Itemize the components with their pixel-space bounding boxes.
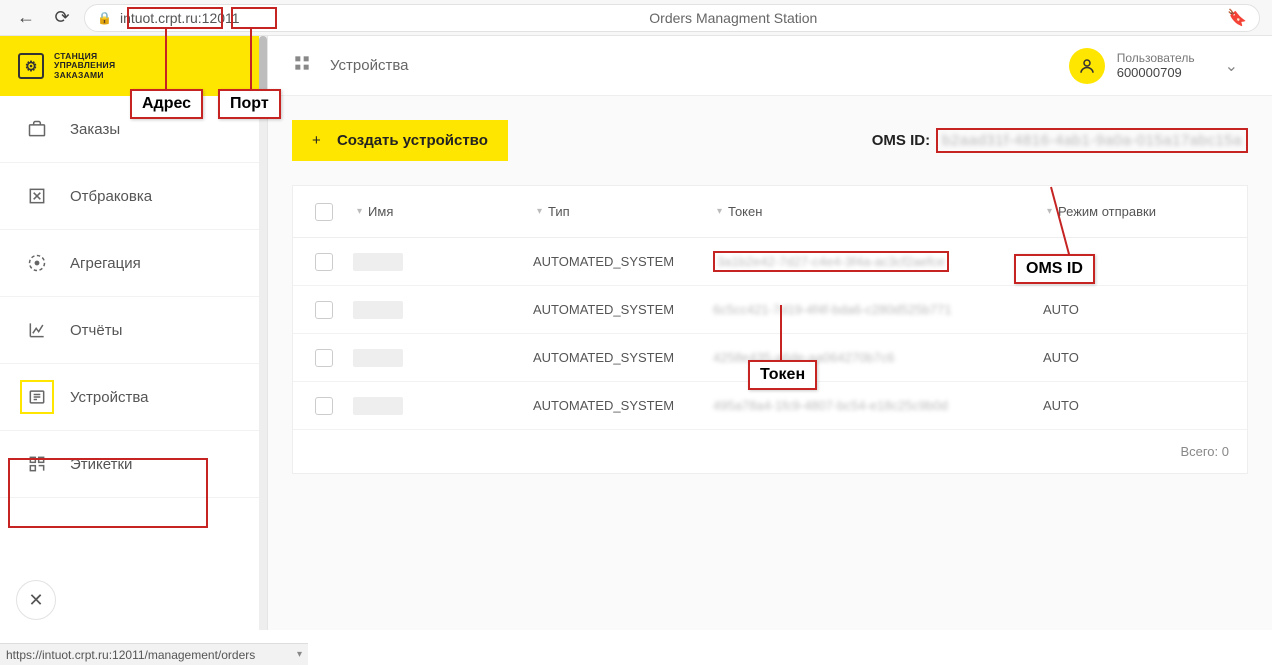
chevron-down-icon: ⌄ [1225, 56, 1238, 76]
annotation-port: Порт [218, 89, 281, 119]
annotation-line-token [780, 305, 782, 360]
table-row[interactable]: AUTOMATED_SYSTEM 3a1b2e42-7d27-c4e4-3f4a… [293, 238, 1247, 286]
bookmark-icon[interactable]: 🔖 [1227, 8, 1247, 28]
create-device-button[interactable]: + Создать устройство [292, 120, 508, 161]
cell-type: AUTOMATED_SYSTEM [533, 254, 713, 269]
cell-token: 495a78a4-1fc9-4807-bc54-e18c25c9b0d [713, 398, 948, 413]
cell-token: 6c5cc421-7d19-4f4f-bda6-c280d525b771 [713, 302, 952, 317]
annotation-token: Токен [748, 360, 817, 390]
sidebar-item-label: Отбраковка [70, 188, 152, 205]
sidebar-item-label: Агрегация [70, 255, 141, 272]
annotation-address: Адрес [130, 89, 203, 119]
sidebar-scrollbar[interactable] [259, 36, 267, 630]
cell-mode: AUTO [1043, 398, 1213, 413]
topbar-title: Устройства [330, 57, 408, 74]
lock-icon: 🔒 [97, 11, 112, 25]
col-name[interactable]: Имя [368, 204, 393, 219]
annotation-oms-id: OMS ID [1014, 254, 1095, 284]
reload-button[interactable]: ⟳ [48, 4, 76, 32]
annotation-line-address [165, 29, 167, 89]
cell-name [353, 253, 403, 271]
user-menu[interactable]: Пользователь 600000709 ⌄ [1069, 48, 1248, 84]
col-token[interactable]: Токен [728, 204, 762, 219]
create-device-label: Создать устройство [337, 132, 488, 149]
col-type[interactable]: Тип [548, 204, 570, 219]
row-checkbox[interactable] [315, 253, 333, 271]
logo: ⚙ СТАНЦИЯ УПРАВЛЕНИЯ ЗАКАЗАМИ [0, 36, 267, 96]
main: Устройства Пользователь 600000709 ⌄ + Со… [268, 36, 1272, 630]
cell-name [353, 397, 403, 415]
topbar: Устройства Пользователь 600000709 ⌄ [268, 36, 1272, 96]
avatar [1069, 48, 1105, 84]
plus-icon: + [312, 132, 321, 149]
col-mode[interactable]: Режим отправки [1058, 204, 1156, 219]
user-id: 600000709 [1117, 65, 1195, 80]
devices-icon [26, 386, 48, 408]
sidebar-item-label: Отчёты [70, 322, 122, 339]
status-url: https://intuot.crpt.ru:12011/management/… [6, 648, 255, 662]
close-sidebar-button[interactable]: ✕ [16, 580, 56, 620]
cell-name [353, 301, 403, 319]
apps-icon[interactable] [292, 53, 312, 78]
table-footer: Всего: 0 [293, 430, 1247, 473]
cell-mode: AUTO [1043, 302, 1213, 317]
select-all-checkbox[interactable] [315, 203, 333, 221]
cell-token: 3a1b2e42-7d27-c4e4-3f4a-ac3cf2aefce [717, 254, 945, 269]
sidebar-item-label: Заказы [70, 121, 120, 138]
user-label: Пользователь [1117, 51, 1195, 65]
devices-table: ▾ Имя ▾ Тип ▾ Токен ▾ Режим отправки AUTOMAT… [292, 185, 1248, 474]
reject-icon [26, 185, 48, 207]
aggregation-icon [26, 252, 48, 274]
annotation-url-port-box [231, 7, 277, 29]
sidebar-item-devices[interactable]: Устройства [0, 364, 267, 431]
briefcase-icon [26, 118, 48, 140]
page-title: Orders Managment Station [248, 10, 1220, 26]
row-checkbox[interactable] [315, 349, 333, 367]
sidebar: ⚙ СТАНЦИЯ УПРАВЛЕНИЯ ЗАКАЗАМИ Заказы Отб… [0, 36, 268, 630]
oms-id-value: b2aad31f-4816-4ab1-9a0a-015a17abc15a [942, 132, 1242, 149]
sort-icon[interactable]: ▾ [357, 206, 362, 217]
sort-icon[interactable]: ▾ [717, 206, 722, 217]
oms-id-label: OMS ID: [872, 132, 930, 149]
status-bar: https://intuot.crpt.ru:12011/management/… [0, 643, 308, 665]
sidebar-item-label: Устройства [70, 389, 148, 406]
sidebar-item-reports[interactable]: Отчёты [0, 297, 267, 364]
logo-icon: ⚙ [18, 53, 44, 79]
chart-icon [26, 319, 48, 341]
annotation-url-address-box [127, 7, 223, 29]
row-checkbox[interactable] [315, 301, 333, 319]
back-button[interactable]: ← [12, 4, 40, 32]
table-header: ▾ Имя ▾ Тип ▾ Токен ▾ Режим отправки [293, 186, 1247, 238]
table-row[interactable]: AUTOMATED_SYSTEM 6c5cc421-7d19-4f4f-bda6… [293, 286, 1247, 334]
logo-line3: ЗАКАЗАМИ [54, 71, 115, 80]
sidebar-item-aggregation[interactable]: Агрегация [0, 230, 267, 297]
cell-name [353, 349, 403, 367]
sidebar-item-reject[interactable]: Отбраковка [0, 163, 267, 230]
annotation-active-nav-box [8, 458, 208, 528]
cell-type: AUTOMATED_SYSTEM [533, 398, 713, 413]
row-checkbox[interactable] [315, 397, 333, 415]
sort-icon[interactable]: ▾ [537, 206, 542, 217]
sort-icon[interactable]: ▾ [1047, 206, 1052, 217]
cell-type: AUTOMATED_SYSTEM [533, 350, 713, 365]
cell-mode: AUTO [1043, 350, 1213, 365]
cell-type: AUTOMATED_SYSTEM [533, 302, 713, 317]
oms-id-display: OMS ID: b2aad31f-4816-4ab1-9a0a-015a17ab… [872, 128, 1248, 153]
annotation-line-port [250, 29, 252, 89]
